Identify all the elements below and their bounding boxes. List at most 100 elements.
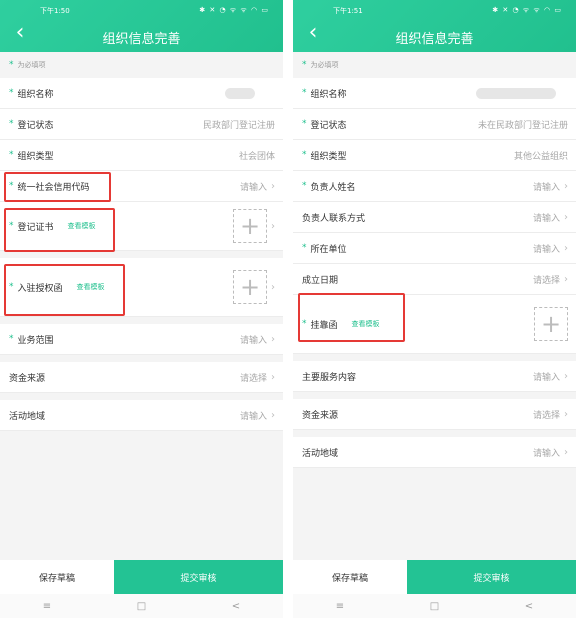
bottom-action-bar: 保存草稿 提交审核: [293, 560, 576, 594]
blurred-value: [476, 87, 556, 99]
chevron-right-icon: ›: [564, 242, 568, 254]
chevron-right-icon: ›: [271, 281, 275, 293]
back-nav-icon[interactable]: <: [232, 601, 240, 612]
form-row-fund-source[interactable]: 资金来源 请选择 ›: [0, 362, 283, 393]
menu-icon[interactable]: ≡: [336, 601, 344, 612]
highlight-box: [4, 208, 115, 252]
menu-icon[interactable]: ≡: [43, 601, 51, 612]
required-note: * 为必填项: [0, 52, 283, 78]
row-label: 登记状态: [310, 120, 347, 131]
form-row-main-services[interactable]: 主要服务内容 请输入 ›: [293, 361, 576, 392]
submit-review-button[interactable]: 提交审核: [114, 560, 283, 594]
required-star-icon: *: [302, 150, 307, 160]
form-row-fund-source[interactable]: 资金来源 请选择 ›: [293, 399, 576, 430]
required-star-icon: *: [9, 150, 14, 160]
chevron-right-icon: ›: [271, 180, 275, 192]
required-star-icon: *: [302, 119, 307, 129]
row-value: 请选择: [532, 275, 560, 286]
status-time: 下午1:50: [40, 7, 70, 15]
chevron-right-icon: ›: [271, 371, 275, 383]
status-bar: 下午1:51 ✱ ✕ ◔ ᯤ ᯤ ◠ ▭: [293, 6, 576, 20]
row-value: 请输入: [239, 182, 267, 193]
home-icon[interactable]: □: [430, 601, 439, 612]
form-row-activity-region[interactable]: 活动地域 请输入 ›: [293, 437, 576, 468]
row-label: 组织名称: [17, 89, 54, 100]
chevron-right-icon: ›: [564, 408, 568, 420]
form-row-org-type[interactable]: * 组织类型 社会团体: [0, 140, 283, 171]
form-row-register-status[interactable]: * 登记状态 未在民政部门登记注册: [293, 109, 576, 140]
row-label: 负责人姓名: [310, 182, 356, 193]
chevron-right-icon: ›: [564, 180, 568, 192]
required-note-text: 为必填项: [310, 61, 339, 69]
row-value: 请输入: [239, 335, 267, 346]
row-label: 登记状态: [17, 120, 54, 131]
row-value: 请选择: [532, 410, 560, 421]
row-label: 组织类型: [310, 151, 347, 162]
row-value: 请输入: [532, 213, 560, 224]
header: 下午1:50 ✱ ✕ ◔ ᯤ ᯤ ◠ ▭ ‹ 组织信息完善: [0, 0, 283, 52]
required-note: * 为必填项: [293, 52, 576, 78]
save-draft-button[interactable]: 保存草稿: [293, 560, 407, 594]
form-row-org-name[interactable]: * 组织名称: [0, 78, 283, 109]
required-star-icon: *: [302, 88, 307, 98]
chevron-right-icon: ›: [564, 211, 568, 223]
required-star-icon: *: [9, 88, 14, 98]
form-row-register-status[interactable]: * 登记状态 民政部门登记注册: [0, 109, 283, 140]
row-label: 成立日期: [302, 275, 339, 286]
home-icon[interactable]: □: [137, 601, 146, 612]
required-star-icon: *: [302, 181, 307, 191]
row-value: 社会团体: [238, 151, 275, 162]
header: 下午1:51 ✱ ✕ ◔ ᯤ ᯤ ◠ ▭ ‹ 组织信息完善: [293, 0, 576, 52]
chevron-right-icon: ›: [271, 333, 275, 345]
back-nav-icon[interactable]: <: [525, 601, 533, 612]
plus-icon[interactable]: +: [233, 209, 267, 243]
row-label: 主要服务内容: [302, 372, 357, 383]
submit-review-button[interactable]: 提交审核: [407, 560, 576, 594]
system-nav-bar: ≡ □ <: [293, 594, 576, 618]
row-value: 请输入: [532, 182, 560, 193]
bottom-action-bar: 保存草稿 提交审核: [0, 560, 283, 594]
required-note-text: 为必填项: [17, 61, 46, 69]
row-value: 请输入: [239, 411, 267, 422]
required-star-icon: *: [9, 119, 14, 129]
row-value: 请输入: [532, 448, 560, 459]
status-icons: ✱ ✕ ◔ ᯤ ᯤ ◠ ▭: [199, 6, 269, 14]
row-value: 民政部门登记注册: [202, 120, 275, 131]
row-value: 请输入: [532, 372, 560, 383]
plus-icon[interactable]: +: [233, 270, 267, 304]
save-draft-button[interactable]: 保存草稿: [0, 560, 114, 594]
status-icons: ✱ ✕ ◔ ᯤ ᯤ ◠ ▭: [492, 6, 562, 14]
chevron-right-icon: ›: [564, 273, 568, 285]
row-label: 组织类型: [17, 151, 54, 162]
system-nav-bar: ≡ □ <: [0, 594, 283, 618]
required-star-icon: *: [9, 334, 14, 344]
row-label: 所在单位: [310, 244, 347, 255]
required-star-icon: *: [9, 60, 14, 70]
chevron-right-icon: ›: [271, 220, 275, 232]
row-value: 未在民政部门登记注册: [477, 120, 568, 131]
page-title: 组织信息完善: [102, 32, 181, 47]
row-label: 资金来源: [9, 373, 46, 384]
status-bar: 下午1:50 ✱ ✕ ◔ ᯤ ᯤ ◠ ▭: [0, 6, 283, 20]
row-label: 资金来源: [302, 410, 339, 421]
highlight-box: [4, 172, 111, 202]
chevron-right-icon: ›: [271, 409, 275, 421]
required-star-icon: *: [302, 243, 307, 253]
form-row-business-scope[interactable]: * 业务范围 请输入 ›: [0, 324, 283, 355]
form-row-org-type[interactable]: * 组织类型 其他公益组织: [293, 140, 576, 171]
row-label: 组织名称: [310, 89, 347, 100]
row-value: 其他公益组织: [513, 151, 568, 162]
plus-icon[interactable]: +: [534, 307, 568, 341]
form-row-leader-contact[interactable]: 负责人联系方式 请输入 ›: [293, 202, 576, 233]
chevron-right-icon: ›: [564, 446, 568, 458]
form-row-founded-date[interactable]: 成立日期 请选择 ›: [293, 264, 576, 295]
row-label: 负责人联系方式: [302, 213, 366, 224]
row-value: 请选择: [239, 373, 267, 384]
highlight-box: [4, 264, 125, 316]
form-row-org-name[interactable]: * 组织名称: [293, 78, 576, 109]
form-row-leader-name[interactable]: * 负责人姓名 请输入 ›: [293, 171, 576, 202]
form-row-activity-region[interactable]: 活动地域 请输入 ›: [0, 400, 283, 431]
row-label: 活动地域: [302, 448, 339, 459]
form-row-unit[interactable]: * 所在单位 请输入 ›: [293, 233, 576, 264]
phone-screen-left: 下午1:50 ✱ ✕ ◔ ᯤ ᯤ ◠ ▭ ‹ 组织信息完善 * 为必填项 * 组织名…: [0, 0, 283, 618]
